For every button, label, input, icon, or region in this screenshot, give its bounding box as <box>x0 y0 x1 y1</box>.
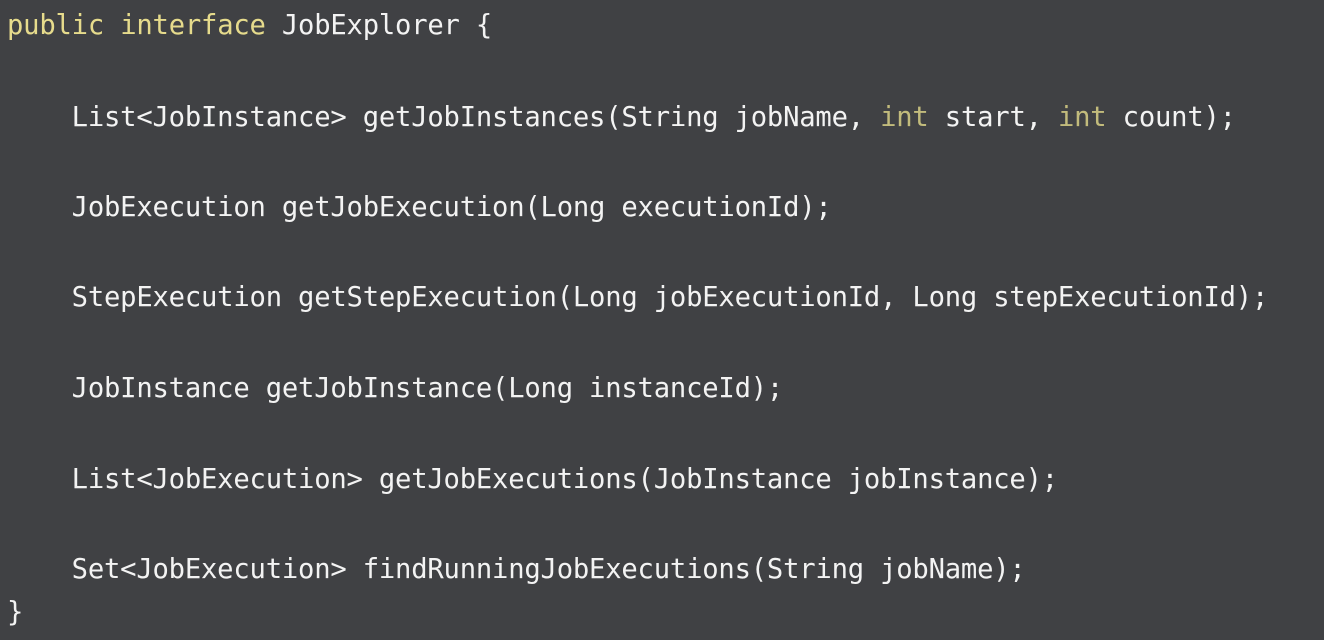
code-line-interface-declaration: public interface JobExplorer { <box>7 7 492 45</box>
code-line-get-job-instances: List<JobInstance> getJobInstances(String… <box>7 99 1236 137</box>
code-segment: List<JobInstance> getJobInstances(String… <box>7 102 881 133</box>
code-line-get-job-executions: List<JobExecution> getJobExecutions(JobI… <box>7 464 1058 495</box>
code-line-get-job-instance: JobInstance getJobInstance(Long instance… <box>7 373 784 404</box>
interface-name: JobExplorer { <box>265 10 493 41</box>
code-line-closing-brace: } <box>7 597 24 628</box>
keyword-public: public <box>7 10 105 41</box>
keyword-int: int <box>880 102 929 133</box>
code-editor[interactable]: public interface JobExplorer { List<JobI… <box>0 0 1324 640</box>
code-line-get-job-execution: JobExecution getJobExecution(Long execut… <box>7 192 832 223</box>
code-segment: count); <box>1106 102 1236 133</box>
code-line-find-running-job-executions: Set<JobExecution> findRunningJobExecutio… <box>7 554 1026 585</box>
code-line-get-step-execution: StepExecution getStepExecution(Long jobE… <box>7 282 1269 313</box>
keyword-interface: interface <box>120 10 266 41</box>
keyword-int: int <box>1057 102 1107 133</box>
code-segment: start, <box>928 102 1058 133</box>
